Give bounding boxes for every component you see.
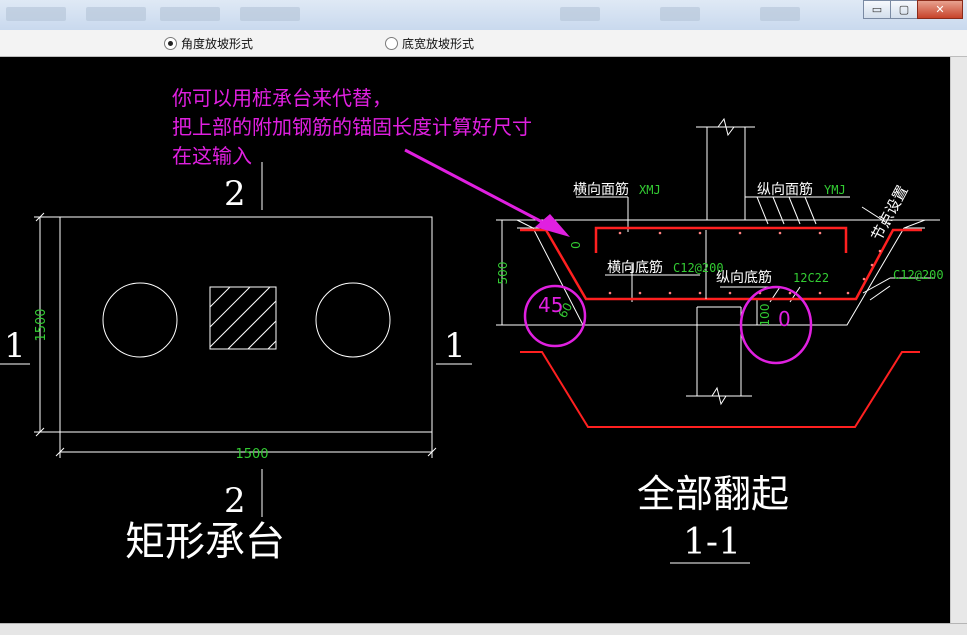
radio-dot[interactable] [164,37,177,50]
label-top-transverse: 横向面筋 [573,181,629,198]
label-side-code: C12@200 [893,268,944,282]
label-depth: 500 [496,262,510,285]
toolbar-item[interactable] [560,7,600,21]
toolbar-item[interactable] [660,7,700,21]
restore-button[interactable]: ▢ [890,0,918,19]
annotation-line-2: 把上部的附加钢筋的锚固长度计算好尺寸 [172,115,532,139]
toolbar-item[interactable] [6,7,66,21]
close-button[interactable]: ✕ [917,0,963,19]
drawing-svg: 1500 1500 1 1 2 2 矩形承台 横向面筋 XMJ 纵向面筋 YMJ… [0,86,944,565]
label-zero-small: 0 [569,241,583,249]
radio-dot[interactable] [385,37,398,50]
title-bar: ▭ ▢ ✕ [0,0,967,31]
label-top-transverse-code: XMJ [639,183,661,197]
plan-view [0,162,472,517]
section-title: 全部翻起 [637,472,789,516]
label-top-longitudinal-code: YMJ [824,183,846,197]
pile-left [102,282,178,358]
label-top-longitudinal: 纵向面筋 [757,181,813,198]
plan-width-dim: 1500 [235,447,268,462]
label-bottom-transverse: 横向底筋 [607,259,663,276]
top-rebar [594,226,848,253]
drawing-canvas[interactable]: 1500 1500 1 1 2 2 矩形承台 横向面筋 XMJ 纵向面筋 YMJ… [0,57,950,623]
column-hatch [209,286,277,350]
label-bottom-longitudinal-code: 12C22 [793,271,829,285]
slope-mode-bar: 角度放坡形式 底宽放坡形式 [0,30,967,57]
section-subtitle: 1-1 [683,522,741,563]
annotation-line-3: 在这输入 [172,144,252,168]
column-hatched [209,286,277,350]
pile-cap-outline [59,216,433,433]
circled-value-left: 45 [538,293,563,317]
annotation-line-1: 你可以用桩承台来代替， [172,86,392,110]
toolbar-item[interactable] [240,7,300,21]
section-mark-bottom: 2 [224,481,246,521]
toolbar-item[interactable] [160,7,220,21]
excavation-outline [520,351,920,428]
radio-label: 角度放坡形式 [181,37,254,51]
plan-title: 矩形承台 [125,519,285,565]
circled-value-right: 0 [778,307,791,331]
section-mark-top: 2 [224,174,246,214]
radio-bottom-width-slope[interactable]: 底宽放坡形式 [385,35,474,52]
window-controls: ▭ ▢ ✕ [863,0,963,19]
section-mark-right: 1 [444,326,466,366]
radio-label: 底宽放坡形式 [402,37,475,51]
bottom-border [0,623,967,635]
plan-height-dim: 1500 [34,308,49,341]
pile-right [315,282,391,358]
radio-angle-slope[interactable]: 角度放坡形式 [164,35,253,52]
vertical-scrollbar[interactable] [950,57,967,623]
label-bottom-longitudinal: 纵向底筋 [716,269,772,286]
section-mark-left: 1 [4,326,26,366]
label-cover: 100 [758,304,772,327]
toolbar-item[interactable] [760,7,800,21]
annotation-arrow [404,148,570,237]
toolbar-item[interactable] [86,7,146,21]
minimize-button[interactable]: ▭ [863,0,891,19]
